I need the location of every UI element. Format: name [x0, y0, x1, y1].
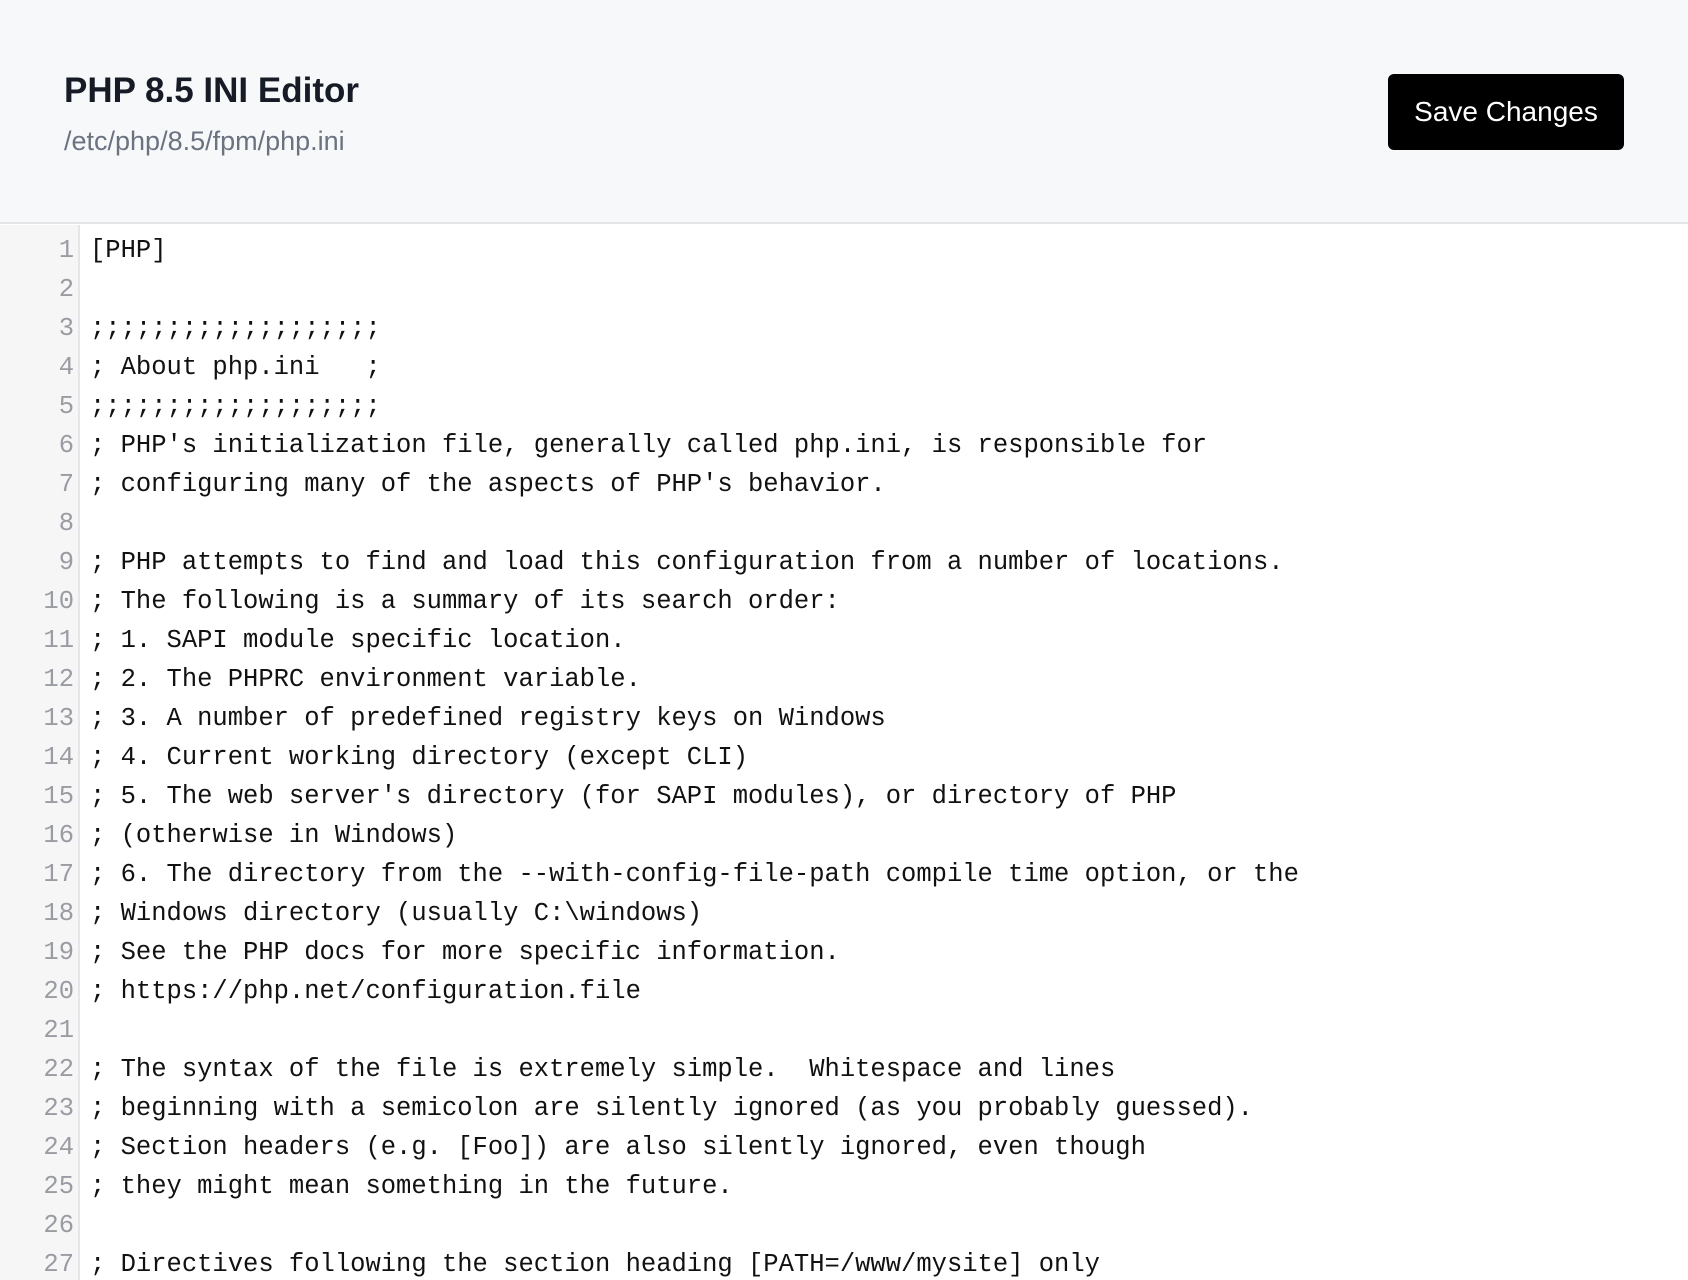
line-number: 10: [43, 587, 74, 616]
code-lines: 1 [PHP] 2 3;;;;;;;;;;;;;;;;;;; 4; About php.…: [0, 231, 1688, 1280]
code-line-text[interactable]: ; Windows directory (usually C:\windows): [90, 894, 702, 933]
code-line[interactable]: 3;;;;;;;;;;;;;;;;;;;: [0, 309, 1688, 348]
line-number: 2: [58, 275, 74, 304]
code-line-text[interactable]: ; they might mean something in the futur…: [90, 1167, 733, 1206]
line-number: 16: [43, 821, 74, 850]
line-number: 14: [43, 743, 74, 772]
code-line-text[interactable]: ; 3. A number of predefined registry key…: [90, 699, 886, 738]
page-title: PHP 8.5 INI Editor: [64, 71, 359, 110]
code-line[interactable]: 14 ; 4. Current working directory (except…: [0, 738, 1688, 777]
code-line[interactable]: 2: [0, 270, 1688, 309]
code-line-text[interactable]: ; 6. The directory from the --with-confi…: [90, 855, 1299, 894]
line-number: 3: [58, 314, 74, 343]
code-line[interactable]: 7 ; configuring many of the aspects of PH…: [0, 465, 1688, 504]
line-number: 8: [58, 509, 74, 538]
code-line-text[interactable]: ; About php.ini ;: [90, 348, 381, 387]
code-line-text[interactable]: ; 2. The PHPRC environment variable.: [90, 660, 641, 699]
code-line[interactable]: 5;;;;;;;;;;;;;;;;;;;: [0, 387, 1688, 426]
code-line-text[interactable]: ; Section headers (e.g. [Foo]) are also …: [90, 1128, 1146, 1167]
line-number: 4: [58, 353, 74, 382]
line-number: 9: [58, 548, 74, 577]
line-number: 13: [43, 704, 74, 733]
code-line[interactable]: 12 ; 2. The PHPRC environment variable.: [0, 660, 1688, 699]
code-line-text[interactable]: ; https://php.net/configuration.file: [90, 972, 641, 1011]
code-line[interactable]: 11 ; 1. SAPI module specific location.: [0, 621, 1688, 660]
code-line[interactable]: 10 ; The following is a summary of its se…: [0, 582, 1688, 621]
code-line-text[interactable]: ; 4. Current working directory (except C…: [90, 738, 748, 777]
line-number: 7: [58, 470, 74, 499]
line-number: 15: [43, 782, 74, 811]
code-line[interactable]: 19 ; See the PHP docs for more specific i…: [0, 933, 1688, 972]
code-line[interactable]: 24 ; Section headers (e.g. [Foo]) are als…: [0, 1128, 1688, 1167]
code-line[interactable]: 1 [PHP]: [0, 231, 1688, 270]
line-number: 23: [43, 1094, 74, 1123]
line-number: 22: [43, 1055, 74, 1084]
line-number: 17: [43, 860, 74, 889]
code-line[interactable]: 23 ; beginning with a semicolon are silen…: [0, 1089, 1688, 1128]
code-line-text[interactable]: ;;;;;;;;;;;;;;;;;;;: [90, 387, 381, 426]
code-line[interactable]: 25 ; they might mean something in the fut…: [0, 1167, 1688, 1206]
code-line-text[interactable]: [PHP]: [90, 231, 167, 270]
code-line-text[interactable]: ; See the PHP docs for more specific inf…: [90, 933, 840, 972]
line-number: 21: [43, 1016, 74, 1045]
code-line-text[interactable]: ; (otherwise in Windows): [90, 816, 457, 855]
code-line-text[interactable]: ; beginning with a semicolon are silentl…: [90, 1089, 1253, 1128]
code-line-text[interactable]: ;;;;;;;;;;;;;;;;;;;: [90, 309, 381, 348]
file-path: /etc/php/8.5/fpm/php.ini: [64, 126, 345, 156]
editor-header: PHP 8.5 INI Editor /etc/php/8.5/fpm/php.…: [0, 0, 1688, 224]
code-line[interactable]: 21: [0, 1011, 1688, 1050]
line-number: 12: [43, 665, 74, 694]
code-line[interactable]: 15 ; 5. The web server's directory (for S…: [0, 777, 1688, 816]
code-line[interactable]: 6 ; PHP's initialization file, generally …: [0, 426, 1688, 465]
code-line[interactable]: 27 ; Directives following the section hea…: [0, 1245, 1688, 1280]
save-changes-button[interactable]: Save Changes: [1388, 74, 1624, 150]
line-number: 27: [43, 1250, 74, 1279]
code-line[interactable]: 8: [0, 504, 1688, 543]
line-number: 11: [43, 626, 74, 655]
line-number: 18: [43, 899, 74, 928]
code-line[interactable]: 4 ; About php.ini ;: [0, 348, 1688, 387]
code-line[interactable]: 16 ; (otherwise in Windows): [0, 816, 1688, 855]
code-line-text[interactable]: ; Directives following the section headi…: [90, 1245, 1100, 1280]
code-line[interactable]: 17 ; 6. The directory from the --with-con…: [0, 855, 1688, 894]
code-line-text[interactable]: ; PHP attempts to find and load this con…: [90, 543, 1284, 582]
line-number: 20: [43, 977, 74, 1006]
code-line-text[interactable]: ; configuring many of the aspects of PHP…: [90, 465, 886, 504]
line-number: 19: [43, 938, 74, 967]
line-number: 6: [58, 431, 74, 460]
code-line-text[interactable]: ; PHP's initialization file, generally c…: [90, 426, 1207, 465]
code-line[interactable]: 20 ; https://php.net/configuration.file: [0, 972, 1688, 1011]
code-line[interactable]: 13 ; 3. A number of predefined registry k…: [0, 699, 1688, 738]
line-number: 25: [43, 1172, 74, 1201]
code-editor[interactable]: 1 [PHP] 2 3;;;;;;;;;;;;;;;;;;; 4; About php.…: [0, 225, 1688, 1280]
line-number: 5: [58, 392, 74, 421]
code-line[interactable]: 22 ; The syntax of the file is extremely …: [0, 1050, 1688, 1089]
line-number: 1: [58, 236, 74, 265]
code-line[interactable]: 26: [0, 1206, 1688, 1245]
line-number: 24: [43, 1133, 74, 1162]
code-line-text[interactable]: ; The following is a summary of its sear…: [90, 582, 840, 621]
code-line[interactable]: 18 ; Windows directory (usually C:\window…: [0, 894, 1688, 933]
code-line-text[interactable]: ; 5. The web server's directory (for SAP…: [90, 777, 1176, 816]
line-number: 26: [43, 1211, 74, 1240]
code-line-text[interactable]: ; The syntax of the file is extremely si…: [90, 1050, 1115, 1089]
code-line[interactable]: 9 ; PHP attempts to find and load this co…: [0, 543, 1688, 582]
code-line-text[interactable]: ; 1. SAPI module specific location.: [90, 621, 626, 660]
